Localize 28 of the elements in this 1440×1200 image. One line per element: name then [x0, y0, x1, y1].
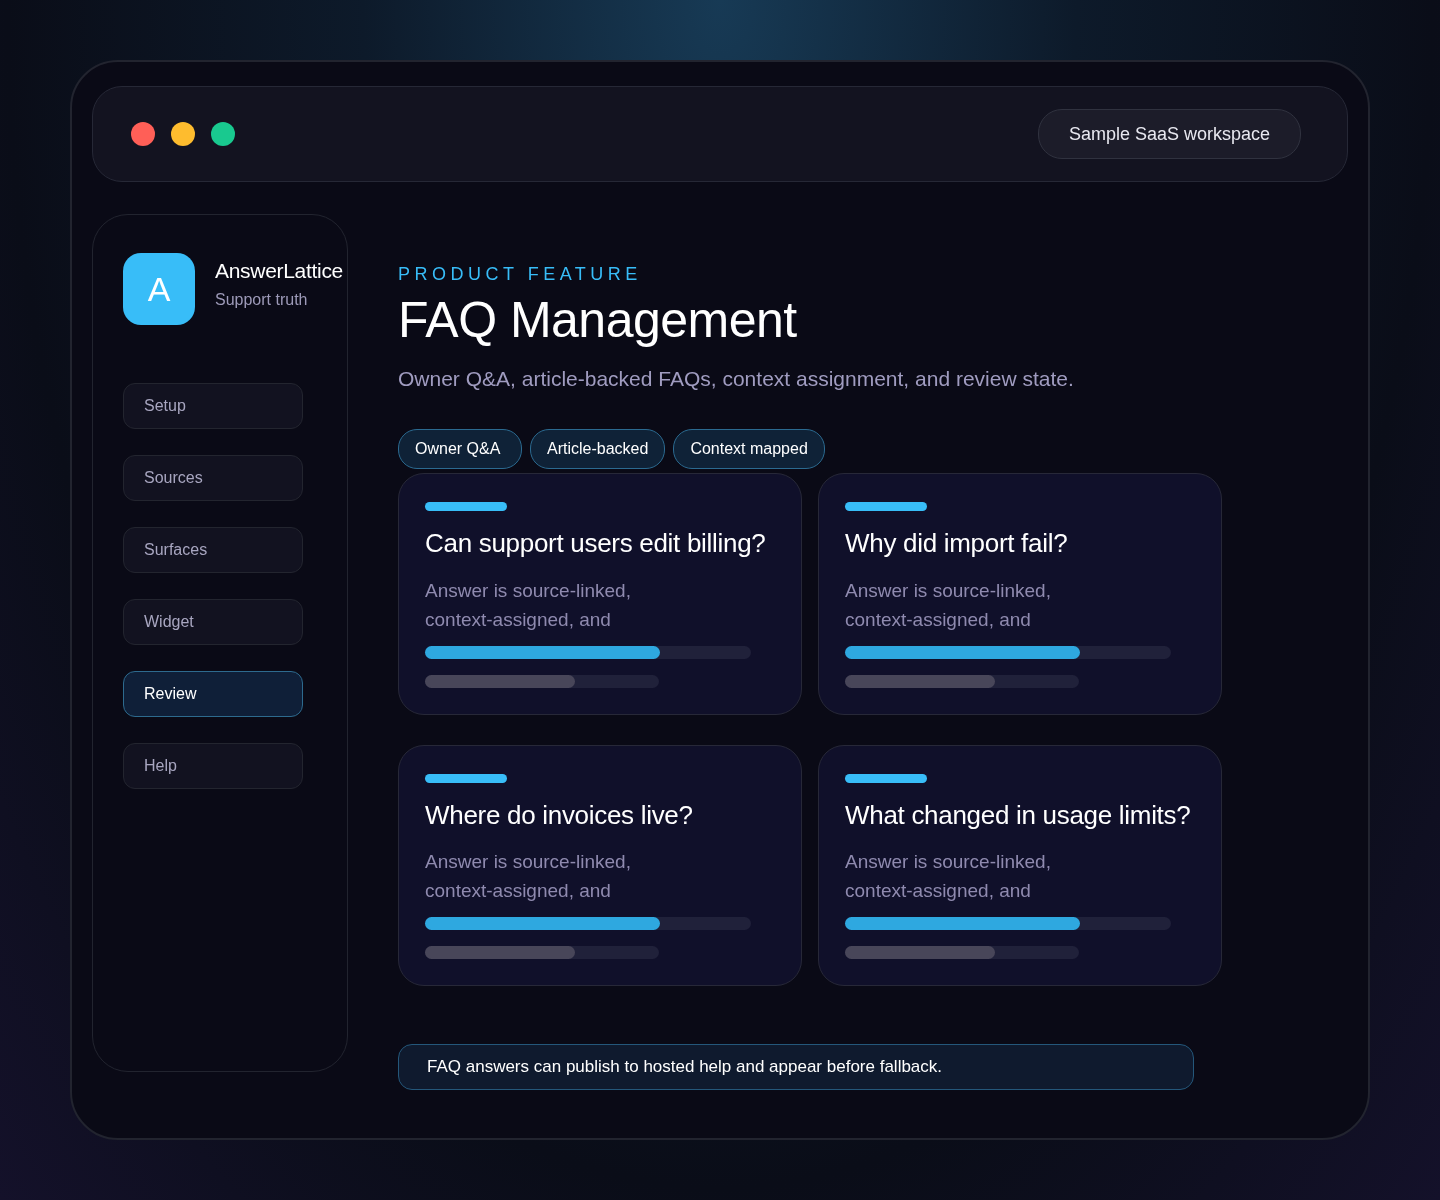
nav-item[interactable]: Sources: [123, 455, 303, 501]
window-button[interactable]: [131, 122, 155, 146]
feature-tag: Article-backed: [530, 429, 666, 469]
window-button[interactable]: [211, 122, 235, 146]
page-subtitle: Owner Q&A, article-backed FAQs, context assignment, and review state.: [398, 367, 1075, 391]
feature-tag: Context mapped: [673, 429, 825, 469]
faq-question: Where do invoices live?: [425, 798, 693, 831]
feature-tag: Owner Q&A: [398, 429, 522, 469]
faq-answer: Answer is source-linked, context-assigned, and: [425, 578, 632, 632]
faq-question: What changed in usage limits?: [845, 798, 1191, 831]
nav-item[interactable]: Help: [123, 743, 303, 789]
brand-tagline: Support truth: [215, 291, 309, 309]
faq-question: Can support users edit billing?: [425, 527, 766, 560]
info-banner: FAQ answers can publish to hosted help and appear before fallback.: [398, 1044, 1194, 1090]
brand-logo: A: [123, 253, 195, 325]
faq-answer: Answer is source-linked, context-assigned, and: [425, 850, 632, 903]
nav-item[interactable]: Widget: [123, 599, 303, 645]
page-title: FAQ Management: [398, 291, 798, 349]
faq-answer: Answer is source-linked, context-assigned, and: [845, 850, 1052, 903]
nav-item[interactable]: Surfaces: [123, 527, 303, 573]
faq-question: Why did import fail?: [845, 527, 1068, 560]
nav-item[interactable]: Review: [123, 671, 303, 717]
eyebrow-label: PRODUCT FEATURE: [398, 264, 643, 285]
brand-name: AnswerLattice: [215, 259, 343, 283]
nav-item[interactable]: Setup: [123, 383, 303, 429]
workspace-pill[interactable]: Sample SaaS workspace: [1037, 109, 1301, 159]
faq-answer: Answer is source-linked, context-assigned, and: [845, 578, 1052, 632]
window-button[interactable]: [171, 122, 195, 146]
